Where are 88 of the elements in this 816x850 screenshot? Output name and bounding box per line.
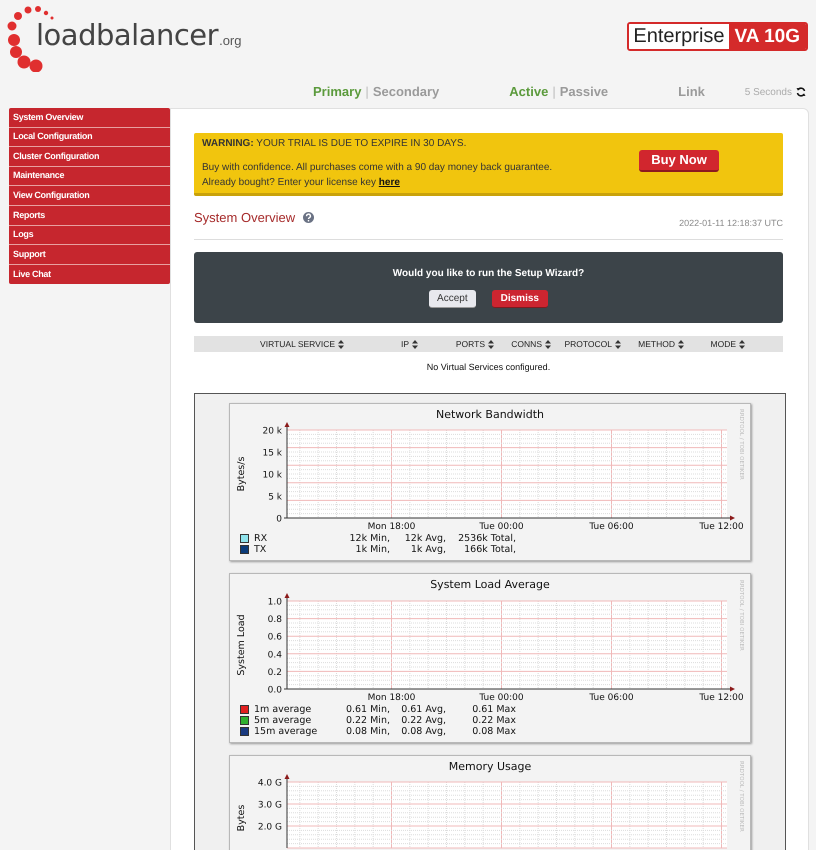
sort-icon: [615, 340, 621, 348]
y-axis-label: Bytes/s: [236, 456, 247, 492]
x-tick-label: Tue 00:00: [479, 522, 524, 532]
legend-stat: 0.22 Min,: [344, 714, 390, 726]
legend-stat: 12k Min,: [348, 533, 390, 544]
page-title: System Overview: [194, 209, 296, 227]
logo-suffix: .org: [219, 32, 242, 50]
sort-icon: [545, 340, 551, 348]
edition-name: Enterprise: [629, 24, 729, 49]
legend-stat: 1k Min,: [354, 544, 390, 555]
buy-now-button[interactable]: Buy Now: [639, 150, 719, 172]
column-header[interactable]: VIRTUAL SERVICE: [194, 338, 344, 350]
y-tick-label: 0.2: [268, 667, 282, 678]
y-tick-label: 5 k: [268, 492, 282, 502]
legend-stat: 0.61 Min,: [344, 704, 390, 714]
column-header[interactable]: PORTS: [418, 338, 494, 350]
legend-label: 15m average: [254, 726, 318, 736]
status-indicator: Passive: [560, 83, 608, 102]
x-tick-label: Mon 18:00: [368, 522, 416, 532]
x-tick-label: Tue 12:00: [699, 522, 744, 532]
edition-model: VA 10G: [728, 24, 806, 49]
legend-stat: 0.22 Avg,: [400, 714, 446, 726]
legend-stat: 0.61 Max: [471, 704, 516, 714]
legend-label: 5m average: [254, 714, 312, 726]
legend-label: TX: [254, 544, 268, 555]
legend-stat: 0.08 Min,: [344, 726, 390, 736]
y-tick-label: 0.4: [268, 650, 282, 660]
logo-wordmark: loadbalancer: [36, 21, 218, 50]
column-header[interactable]: PROTOCOL: [551, 338, 621, 350]
graph-title: Memory Usage: [448, 758, 532, 774]
legend-stat: 1k Avg,: [410, 544, 446, 555]
accept-button[interactable]: Accept: [429, 290, 476, 308]
status-indicator: Secondary: [372, 83, 440, 102]
dismiss-button[interactable]: Dismiss: [492, 290, 548, 308]
empty-table-message: No Virtual Services configured.: [426, 361, 550, 374]
refresh-icon[interactable]: [796, 87, 806, 97]
legend-stat: 2536k Total,: [457, 533, 516, 544]
column-header[interactable]: MODE: [684, 338, 745, 350]
column-header[interactable]: CONNS: [494, 338, 551, 350]
legend-stat: 0.61 Avg,: [400, 704, 446, 714]
legend-stat: 0.08 Max: [471, 726, 516, 736]
y-tick-label: 20 k: [262, 426, 282, 436]
y-tick-label: 0: [276, 514, 282, 524]
y-tick-label: 4.0 G: [258, 778, 282, 788]
logo[interactable]: loadbalancer.org: [4, 4, 242, 72]
y-tick-label: 0.6: [268, 632, 282, 642]
y-tick-label: 1.0: [268, 597, 282, 607]
x-tick-label: Tue 06:00: [589, 522, 634, 532]
sort-icon: [488, 340, 494, 348]
status-separator: |: [552, 83, 556, 102]
legend-stat: 166k Total,: [463, 544, 516, 555]
graph-title: System Load Average: [430, 577, 550, 593]
help-icon[interactable]: [303, 212, 314, 224]
x-tick-label: Tue 12:00: [699, 692, 744, 702]
legend-label: RX: [254, 533, 268, 544]
sort-icon: [739, 340, 745, 348]
legend-stat: 12k Avg,: [404, 533, 446, 544]
y-tick-label: 3.0 G: [258, 800, 282, 810]
x-tick-label: Mon 18:00: [368, 692, 416, 702]
y-tick-label: 0.0: [268, 685, 282, 695]
y-axis-label: System Load: [236, 614, 247, 676]
sort-icon: [338, 340, 344, 348]
column-header[interactable]: METHOD: [621, 338, 684, 350]
y-tick-label: 0.8: [268, 614, 282, 625]
status-indicator: Active: [509, 83, 548, 102]
status-separator: |: [365, 83, 369, 102]
legend-stat: 0.08 Avg,: [400, 726, 446, 736]
y-tick-label: 10 k: [262, 470, 282, 480]
status-indicator: Primary: [313, 83, 362, 102]
y-tick-label: 15 k: [262, 448, 282, 458]
sidebar-item[interactable]: Live Chat: [9, 264, 170, 284]
x-tick-label: Tue 00:00: [479, 692, 524, 702]
sort-icon: [678, 340, 684, 348]
warning-text: WARNING: YOUR TRIAL IS DUE TO EXPIRE IN 30 DAYS.: [202, 137, 468, 151]
column-header[interactable]: IP: [344, 338, 418, 350]
wizard-question: Would you like to run the Setup Wizard?: [392, 267, 584, 281]
x-tick-label: Tue 06:00: [589, 692, 634, 702]
graph-title: Network Bandwidth: [436, 406, 544, 422]
timestamp: 2022-01-11 12:18:37 UTC: [679, 217, 783, 230]
license-link[interactable]: here: [378, 177, 400, 188]
y-axis-label: Bytes: [236, 804, 247, 832]
legend-label: 1m average: [254, 704, 312, 714]
warning-text: Already bought? Enter your license key here: [202, 176, 401, 190]
y-tick-label: 2.0 G: [258, 822, 282, 832]
legend-stat: 0.22 Max: [471, 714, 516, 726]
status-indicator: Link: [678, 83, 705, 102]
warning-text: Buy with confidence. All purchases come with a 90 day money back guarantee.: [202, 161, 552, 175]
sort-icon: [412, 340, 418, 348]
